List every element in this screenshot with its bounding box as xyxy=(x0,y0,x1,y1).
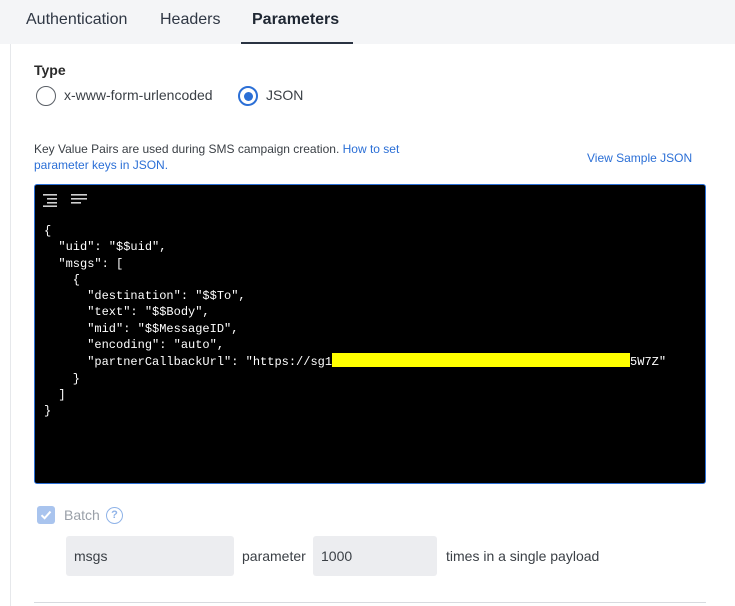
key-value-description: Key Value Pairs are used during SMS camp… xyxy=(34,141,414,173)
tab-headers[interactable]: Headers xyxy=(160,0,220,44)
code-line: "encoding": "auto", xyxy=(44,338,225,353)
code-line: "msgs": [ xyxy=(44,256,124,271)
callback-url-prefix: "partnerCallbackUrl": "https://sg1 xyxy=(44,355,333,370)
code-line: "mid": "$$MessageID", xyxy=(44,321,239,336)
radio-selected-dot xyxy=(243,91,253,101)
code-line: "destination": "$$To", xyxy=(44,289,246,304)
type-label: Type xyxy=(34,62,66,78)
view-sample-json-link[interactable]: View Sample JSON xyxy=(587,151,692,165)
radio-json-label[interactable]: JSON xyxy=(266,87,303,103)
redaction-box xyxy=(332,353,631,368)
batch-count-input[interactable]: 1000 xyxy=(313,536,437,576)
tab-bar: Authentication Headers Parameters xyxy=(0,0,735,44)
code-line: } xyxy=(44,404,52,419)
tab-parameters[interactable]: Parameters xyxy=(252,0,339,44)
tab-authentication[interactable]: Authentication xyxy=(26,0,127,44)
format-icon[interactable] xyxy=(43,193,61,207)
radio-urlencoded[interactable] xyxy=(36,86,56,106)
wrap-lines-icon[interactable] xyxy=(71,193,89,207)
callback-url-suffix: 5W7Z" xyxy=(630,355,667,370)
code-line: ] xyxy=(44,387,66,402)
parameter-text: parameter xyxy=(242,548,306,564)
code-line: { xyxy=(44,272,81,287)
code-line: { xyxy=(44,224,52,238)
payload-suffix-text: times in a single payload xyxy=(446,548,600,564)
help-icon[interactable]: ? xyxy=(106,507,123,524)
json-code: { "uid": "$$uid", "msgs": [ { "destinati… xyxy=(44,223,666,420)
batch-label: Batch xyxy=(64,507,100,523)
code-line: } xyxy=(44,371,81,386)
code-line-callback: "partnerCallbackUrl": "https://sg1 5W7Z" xyxy=(44,353,666,370)
batch-parameter-input[interactable]: msgs xyxy=(66,536,234,576)
code-line: "text": "$$Body", xyxy=(44,305,210,320)
batch-checkbox[interactable] xyxy=(37,506,55,524)
divider xyxy=(34,602,706,603)
json-editor[interactable]: { "uid": "$$uid", "msgs": [ { "destinati… xyxy=(34,184,706,484)
radio-json[interactable] xyxy=(238,86,258,106)
description-text: Key Value Pairs are used during SMS camp… xyxy=(34,142,340,156)
radio-urlencoded-label[interactable]: x-www-form-urlencoded xyxy=(64,87,213,103)
code-line: "uid": "$$uid", xyxy=(44,240,167,255)
check-icon xyxy=(40,510,52,520)
